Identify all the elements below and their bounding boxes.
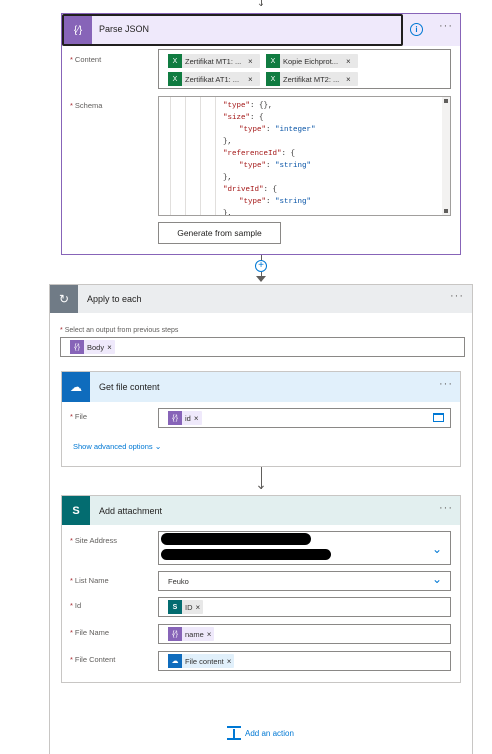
scroll-down-icon[interactable]	[444, 209, 448, 213]
generate-from-sample-button[interactable]: Generate from sample	[158, 222, 281, 244]
indent-guide	[200, 97, 201, 215]
id-token[interactable]: S ID ×	[168, 600, 204, 614]
id-field[interactable]: S ID ×	[158, 597, 451, 617]
arrow-down-icon	[256, 276, 266, 282]
parse-json-header[interactable]: {∕} Parse JSON i ···	[62, 14, 460, 46]
list-name-field[interactable]: Feuko ⌄	[158, 571, 451, 591]
schema-editor[interactable]: "type": {}, "size": { "type": "integer"}, "…	[158, 96, 451, 216]
redaction	[161, 549, 331, 560]
more-options-icon[interactable]: ···	[439, 378, 453, 390]
remove-token-icon[interactable]: ×	[248, 57, 256, 66]
file-content-field[interactable]: ☁ File content ×	[158, 651, 451, 671]
file-content-label: * File Content	[70, 655, 116, 664]
expression-icon: {∕}	[70, 340, 84, 354]
remove-token-icon[interactable]: ×	[346, 57, 354, 66]
remove-token-icon[interactable]: ×	[196, 603, 204, 612]
file-content-token[interactable]: ☁ File content ×	[168, 654, 235, 668]
file-label: * File	[70, 412, 88, 421]
schema-line: "referenceId": {	[223, 150, 296, 158]
select-output-field[interactable]: {∕} Body ×	[60, 337, 465, 357]
remove-token-icon[interactable]: ×	[227, 657, 235, 666]
excel-icon: X	[168, 54, 182, 68]
more-options-icon[interactable]: ···	[450, 290, 464, 302]
onedrive-icon: ☁	[168, 654, 182, 668]
parse-json-icon: {∕}	[64, 16, 92, 44]
excel-icon: X	[266, 54, 280, 68]
insert-step-icon[interactable]: +	[255, 260, 267, 272]
content-token[interactable]: X Zertifikat MT1: ... ×	[168, 54, 260, 68]
file-name-field[interactable]: {∕} name ×	[158, 624, 451, 644]
site-address-field[interactable]: ⌄	[158, 531, 451, 565]
indent-guide	[185, 97, 186, 215]
scrollbar[interactable]	[442, 97, 450, 215]
schema-line: },	[223, 174, 233, 182]
parse-json-title: Parse JSON	[99, 24, 150, 34]
scroll-up-icon[interactable]	[444, 99, 448, 103]
add-an-action-button[interactable]: Add an action	[227, 726, 294, 740]
list-name-label: * List Name	[70, 576, 109, 585]
schema-line: "type": "string"	[239, 198, 312, 206]
schema-label: * Schema	[70, 101, 103, 110]
add-attachment-card: S Add attachment ··· * Site Address ⌄ * Li…	[61, 495, 461, 683]
chevron-down-icon: ⌄	[154, 442, 162, 451]
content-token[interactable]: X Zertifikat AT1: ... ×	[168, 72, 260, 86]
remove-token-icon[interactable]: ×	[248, 75, 256, 84]
excel-icon: X	[266, 72, 280, 86]
show-advanced-options-link[interactable]: Show advanced options ⌄	[73, 442, 161, 451]
content-label: * Content	[70, 55, 102, 64]
arrow-down-icon: ⌄	[256, 0, 266, 9]
schema-line: },	[223, 138, 233, 146]
get-file-content-header[interactable]: ☁ Get file content ···	[62, 372, 460, 402]
indent-guide	[215, 97, 216, 215]
chevron-down-icon[interactable]: ⌄	[432, 543, 442, 555]
folder-icon[interactable]	[433, 413, 444, 422]
remove-token-icon[interactable]: ×	[107, 343, 115, 352]
schema-line: "driveId": {	[223, 186, 278, 194]
body-token[interactable]: {∕} Body ×	[70, 340, 115, 354]
schema-line: "size": {	[223, 114, 264, 122]
schema-line: "type": "integer"	[239, 126, 316, 134]
add-an-action-label: Add an action	[245, 728, 294, 738]
name-token[interactable]: {∕} name ×	[168, 627, 215, 641]
file-field[interactable]: {∕} id ×	[158, 408, 451, 428]
onedrive-icon: ☁	[62, 372, 90, 402]
remove-token-icon[interactable]: ×	[346, 75, 354, 84]
schema-line: },	[223, 210, 233, 216]
get-file-content-card: ☁ Get file content ··· * File {∕} id × Sh…	[61, 371, 461, 467]
get-file-content-title: Get file content	[99, 382, 160, 392]
file-name-label: * File Name	[70, 628, 110, 637]
apply-to-each-header[interactable]: ↻ Apply to each ···	[50, 285, 472, 313]
schema-code: "type": {}, "size": { "type": "integer"}, "…	[223, 100, 316, 216]
id-token[interactable]: {∕} id ×	[168, 411, 202, 425]
expression-icon: {∕}	[168, 627, 182, 641]
sharepoint-icon: S	[168, 600, 182, 614]
apply-to-each-title: Apply to each	[87, 294, 142, 304]
sharepoint-icon: S	[62, 496, 90, 525]
remove-token-icon[interactable]: ×	[194, 414, 202, 423]
id-label: * Id	[70, 601, 82, 610]
content-token[interactable]: X Kopie Eichprot... ×	[266, 54, 358, 68]
redaction	[161, 533, 311, 545]
content-token[interactable]: X Zertifikat MT2: ... ×	[266, 72, 358, 86]
content-field[interactable]: X Zertifikat MT1: ... × X Kopie Eichprot…	[158, 49, 451, 89]
arrow-down-icon: ⌄	[255, 476, 267, 492]
schema-line: "type": "string"	[239, 162, 312, 170]
parse-json-card: {∕} Parse JSON i ··· * Content X Zertifik…	[61, 13, 461, 255]
loop-icon: ↻	[50, 285, 78, 313]
schema-line: "type": {},	[223, 102, 273, 110]
chevron-down-icon[interactable]: ⌄	[432, 573, 442, 585]
list-name-value: Feuko	[168, 577, 189, 586]
select-output-label: * Select an output from previous steps	[60, 327, 179, 334]
info-icon[interactable]: i	[410, 23, 423, 36]
remove-token-icon[interactable]: ×	[207, 630, 215, 639]
add-attachment-header[interactable]: S Add attachment ···	[62, 496, 460, 525]
more-options-icon[interactable]: ···	[439, 20, 453, 32]
add-action-icon	[227, 726, 241, 740]
excel-icon: X	[168, 72, 182, 86]
indent-guide	[170, 97, 171, 215]
add-attachment-title: Add attachment	[99, 506, 163, 516]
more-options-icon[interactable]: ···	[439, 502, 453, 514]
expression-icon: {∕}	[168, 411, 182, 425]
site-address-label: * Site Address	[70, 536, 118, 545]
